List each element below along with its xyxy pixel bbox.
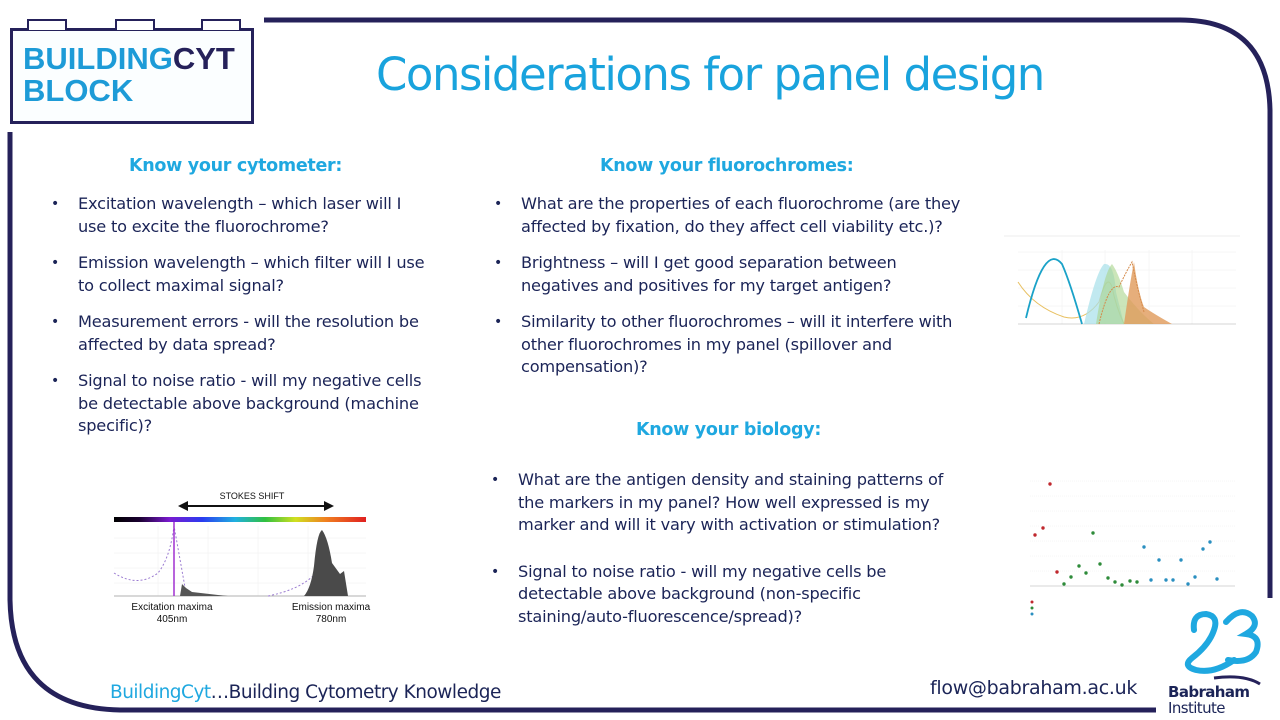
antigen-density-plot bbox=[1030, 480, 1235, 616]
spectra-plot bbox=[1004, 235, 1240, 325]
list-item: Measurement errors - will the resolution… bbox=[51, 311, 426, 356]
logo-building: BUILDING bbox=[23, 41, 173, 76]
logo-stud bbox=[115, 19, 155, 30]
footer-tagline-rest: …Building Cytometry Knowledge bbox=[210, 682, 502, 703]
list-item: Signal to noise ratio - will my negative… bbox=[491, 561, 961, 629]
stokes-arrow-label: STOKES SHIFT bbox=[220, 491, 285, 501]
footer-tagline: BuildingCyt…Building Cytometry Knowledge bbox=[110, 682, 501, 703]
institute-sub: Institute bbox=[1168, 699, 1226, 717]
list-item: Similarity to other fluorochromes – will… bbox=[494, 311, 976, 379]
fluorochromes-heading: Know your fluorochromes: bbox=[600, 156, 854, 176]
stokes-shift-figure: STOKES SHIFT Excitation maxima 405nm Emi… bbox=[108, 488, 370, 628]
buildingcyt-logo: BUILDINGCYT BLOCK bbox=[10, 19, 254, 124]
legend-lymphocytes-marker bbox=[1030, 600, 1034, 604]
footer-brand: BuildingCyt bbox=[110, 682, 211, 703]
bcell-points bbox=[1142, 540, 1219, 586]
biology-heading: Know your biology: bbox=[636, 420, 822, 440]
excitation-maxima-label: Excitation maxima 405nm bbox=[131, 602, 213, 625]
contact-email-link[interactable]: flow@babraham.ac.uk bbox=[930, 677, 1137, 699]
legend-bcells-marker bbox=[1030, 612, 1034, 616]
logo-block: BLOCK bbox=[23, 73, 134, 108]
legend-tcells-marker bbox=[1030, 606, 1034, 610]
visible-spectrum-bar bbox=[114, 517, 366, 522]
institute-name: Babraham bbox=[1168, 683, 1250, 701]
list-item: Excitation wavelength – which laser will… bbox=[51, 193, 426, 238]
cytometer-list: Excitation wavelength – which laser will… bbox=[51, 193, 426, 452]
arrow-left-icon bbox=[178, 501, 188, 511]
babraham-swirl-icon bbox=[1184, 609, 1261, 686]
v500-excitation-curve bbox=[1025, 258, 1083, 325]
emission-peak bbox=[304, 530, 348, 596]
logo-text: BUILDINGCYT BLOCK bbox=[23, 43, 235, 107]
list-item: What are the properties of each fluoroch… bbox=[494, 193, 976, 238]
emission-maxima-label: Emission maxima 780nm bbox=[291, 602, 371, 625]
emission-tail bbox=[180, 584, 228, 596]
slide-title: Considerations for panel design bbox=[376, 48, 1045, 101]
list-item: Emission wavelength – which filter will … bbox=[51, 252, 426, 297]
list-item: What are the antigen density and stainin… bbox=[491, 469, 961, 537]
cytometer-heading: Know your cytometer: bbox=[129, 156, 343, 176]
logo-cyt: CYT bbox=[172, 41, 235, 76]
antigen-density-figure bbox=[1010, 476, 1250, 616]
arrow-right-icon bbox=[324, 501, 334, 511]
pe-emission-area bbox=[1124, 262, 1172, 324]
babraham-institute-logo: Babraham Institute bbox=[1164, 600, 1274, 720]
fluorochrome-spectra-figure bbox=[1004, 232, 1240, 332]
tcell-points bbox=[1062, 531, 1139, 587]
biology-list: What are the antigen density and stainin… bbox=[491, 469, 961, 642]
fluorochromes-list: What are the properties of each fluoroch… bbox=[494, 193, 976, 393]
list-item: Signal to noise ratio - will my negative… bbox=[51, 370, 426, 438]
stokes-spectrum: STOKES SHIFT bbox=[113, 491, 366, 597]
logo-stud bbox=[27, 19, 67, 30]
list-item: Brightness – will I get good separation … bbox=[494, 252, 976, 297]
logo-stud bbox=[201, 19, 241, 30]
